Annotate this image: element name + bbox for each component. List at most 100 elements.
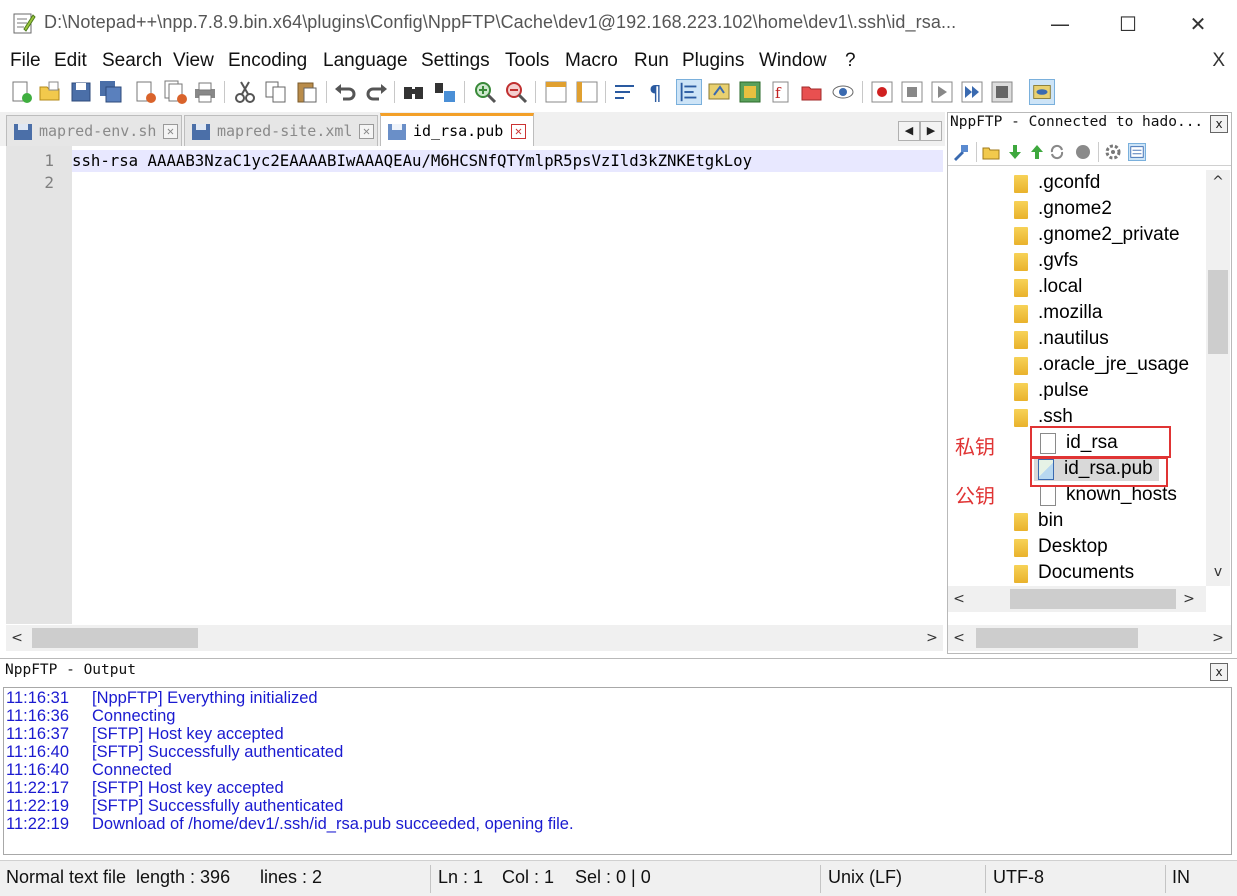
scrollbar-thumb[interactable] [32,628,198,648]
scroll-right-arrow-icon[interactable]: > [921,625,943,651]
nppftp-close-icon[interactable]: x [1210,115,1228,133]
play-macro-icon[interactable] [929,79,955,105]
undo-icon[interactable] [333,79,359,105]
editor-horizontal-scrollbar[interactable]: < > [6,625,943,651]
connect-icon[interactable] [952,143,970,161]
output-log[interactable]: 11:16:31 [NppFTP] Everything initialized 1… [3,687,1232,855]
tree-folder-item[interactable]: .local [1010,275,1082,301]
close-all-icon[interactable] [162,79,188,105]
editor-line[interactable]: ssh-rsa AAAAB3NzaC1yc2EAAAABIwAAAQEAu/M6… [72,151,943,170]
tab-close-icon[interactable]: ✕ [359,124,374,139]
tree-folder-item[interactable]: .pulse [1010,379,1089,405]
scrollbar-thumb[interactable] [1010,589,1176,609]
tab-close-icon[interactable]: ✕ [511,124,526,139]
tree-folder-item[interactable]: .gnome2_private [1010,223,1180,249]
minimize-button[interactable]: — [1040,8,1080,40]
show-all-characters-icon[interactable]: ¶ [643,79,669,105]
indent-guide-icon[interactable] [676,79,702,105]
tree-folder-item[interactable]: Documents [1010,561,1134,586]
zoom-in-icon[interactable] [472,79,498,105]
sync-vertical-icon[interactable] [543,79,569,105]
tab-id-rsa-pub[interactable]: id_rsa.pub ✕ [380,113,534,146]
monitoring-eye-icon[interactable] [830,79,856,105]
scroll-right-arrow-icon[interactable]: > [1207,625,1229,651]
cut-icon[interactable] [232,79,258,105]
menu-edit[interactable]: Edit [54,50,87,72]
scroll-left-arrow-icon[interactable]: < [6,625,28,651]
open-file-icon[interactable] [37,79,63,105]
folder-as-workspace-icon[interactable] [799,79,825,105]
word-wrap-icon[interactable] [612,79,638,105]
scroll-left-arrow-icon[interactable]: < [948,625,970,651]
scrollbar-thumb[interactable] [976,628,1138,648]
open-directory-icon[interactable] [982,143,1000,161]
save-all-icon[interactable] [98,79,124,105]
close-button[interactable]: ✕ [1178,8,1218,40]
scroll-down-arrow-icon[interactable]: v [1206,564,1230,586]
record-macro-icon[interactable] [869,79,895,105]
editor-area[interactable] [6,146,943,624]
tree-folder-item[interactable]: .gvfs [1010,249,1078,275]
download-icon[interactable] [1006,143,1024,161]
tree-folder-item[interactable]: .gconfd [1010,171,1100,197]
upload-icon[interactable] [1028,143,1046,161]
menu-view[interactable]: View [173,50,214,72]
tree-folder-item[interactable]: bin [1010,509,1063,535]
tab-scroll-left-button[interactable]: ◀ [898,121,920,141]
menu-language[interactable]: Language [323,50,408,72]
refresh-icon[interactable] [1048,143,1066,161]
show-messages-icon[interactable] [1128,143,1146,161]
tree-folder-item[interactable]: Desktop [1010,535,1108,561]
stop-macro-icon[interactable] [899,79,925,105]
scroll-left-arrow-icon[interactable]: < [948,586,970,612]
tree-horizontal-scrollbar[interactable]: < > [948,586,1206,612]
close-file-icon[interactable] [132,79,158,105]
save-macro-icon[interactable] [989,79,1015,105]
settings-gear-icon[interactable] [1104,143,1122,161]
tab-mapred-site[interactable]: mapred-site.xml ✕ [184,115,378,146]
copy-icon[interactable] [263,79,289,105]
menu-encoding[interactable]: Encoding [228,50,307,72]
close-document-button[interactable]: X [1212,50,1225,72]
replace-icon[interactable] [432,79,458,105]
queue-horizontal-scrollbar[interactable]: < > [948,625,1231,651]
new-file-icon[interactable] [8,79,34,105]
run-macro-multiple-icon[interactable] [959,79,985,105]
paste-icon[interactable] [294,79,320,105]
find-icon[interactable] [401,79,427,105]
menu-run[interactable]: Run [634,50,669,72]
maximize-button[interactable]: ☐ [1108,8,1148,40]
sync-horizontal-icon[interactable] [574,79,600,105]
tree-folder-item[interactable]: .gnome2 [1010,197,1112,223]
menu-macro[interactable]: Macro [565,50,618,72]
menu-settings[interactable]: Settings [421,50,490,72]
scroll-right-arrow-icon[interactable]: > [1178,586,1200,612]
user-defined-language-icon[interactable] [706,79,732,105]
nppftp-show-panel-icon[interactable] [1029,79,1055,105]
tree-folder-item[interactable]: .nautilus [1010,327,1109,353]
tab-close-icon[interactable]: ✕ [163,124,178,139]
tree-folder-item[interactable]: .oracle_jre_usage [1010,353,1189,379]
saved-file-icon [388,124,406,140]
output-close-icon[interactable]: x [1210,663,1228,681]
document-map-icon[interactable] [737,79,763,105]
abort-icon[interactable] [1074,143,1092,161]
function-list-icon[interactable]: f [768,79,794,105]
menu-search[interactable]: Search [102,50,162,72]
scroll-up-arrow-icon[interactable]: ^ [1206,174,1230,196]
tab-scroll-right-button[interactable]: ▶ [920,121,942,141]
tree-vertical-scrollbar[interactable]: ^ v [1206,170,1230,586]
menu-window[interactable]: Window [759,50,827,72]
zoom-out-icon[interactable] [503,79,529,105]
scrollbar-thumb[interactable] [1208,270,1228,354]
redo-icon[interactable] [363,79,389,105]
tree-folder-item[interactable]: .mozilla [1010,301,1102,327]
menu-tools[interactable]: Tools [505,50,549,72]
tab-mapred-env[interactable]: mapred-env.sh ✕ [6,115,182,146]
print-icon[interactable] [192,79,218,105]
menu-file[interactable]: File [10,50,41,72]
save-icon[interactable] [68,79,94,105]
menu-help[interactable]: ? [845,50,856,72]
folder-icon [1014,305,1028,323]
menu-plugins[interactable]: Plugins [682,50,744,72]
